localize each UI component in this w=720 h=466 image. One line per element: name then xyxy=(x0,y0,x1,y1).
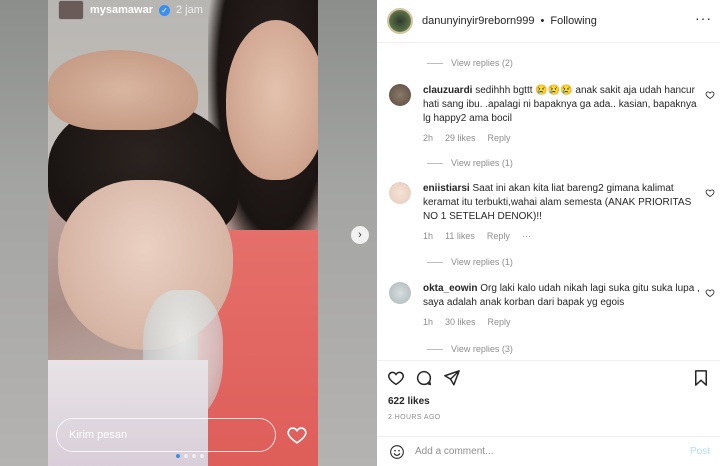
action-icons-row xyxy=(377,361,720,395)
header-separator: • xyxy=(540,15,545,27)
carousel-dot xyxy=(184,454,188,458)
comment-likes[interactable]: 29 likes xyxy=(445,133,476,143)
comment-item: clauzuardi sedihhh bgttt 😢😢😢 anak sakit … xyxy=(389,84,719,143)
post-panel: danunyinyir9reborn999 • Following ··· Vi… xyxy=(377,0,720,466)
comment-avatar[interactable] xyxy=(389,84,411,106)
view-replies-link[interactable]: View replies (1) xyxy=(427,257,513,267)
carousel-dot xyxy=(192,454,196,458)
story-woman-face xyxy=(226,20,318,180)
comment-reply-button[interactable]: Reply xyxy=(488,133,511,143)
heart-icon[interactable] xyxy=(387,369,405,387)
post-actions xyxy=(377,360,720,395)
story-avatar[interactable] xyxy=(58,0,84,20)
comments-list[interactable]: View replies (2) clauzuardi sedihhh bgtt… xyxy=(377,44,720,360)
comment-input[interactable]: Add a comment... xyxy=(415,446,493,457)
comment-time: 1h xyxy=(423,317,434,327)
post-author-avatar[interactable] xyxy=(387,8,413,34)
reply-line xyxy=(427,261,443,263)
comment-reply-button[interactable]: Reply xyxy=(487,231,510,241)
comment-avatar[interactable] xyxy=(389,182,411,204)
comment-username[interactable]: okta_eowin xyxy=(423,283,477,294)
view-replies-label: View replies (2) xyxy=(451,58,513,68)
comment-username[interactable]: eniistiarsi xyxy=(423,183,470,194)
comment-icon[interactable] xyxy=(415,369,433,387)
add-comment-bar: Add a comment... Post xyxy=(377,436,720,466)
view-replies-label: View replies (3) xyxy=(451,344,513,354)
next-arrow-button[interactable]: › xyxy=(351,226,369,244)
more-options-icon[interactable]: ··· xyxy=(695,10,712,26)
reply-line xyxy=(427,62,443,64)
comment-reply-button[interactable]: Reply xyxy=(488,317,511,327)
smile-icon[interactable] xyxy=(389,444,405,460)
story-image[interactable] xyxy=(48,0,318,466)
heart-icon[interactable] xyxy=(286,424,308,446)
comment-text-block: clauzuardi sedihhh bgttt 😢😢😢 anak sakit … xyxy=(423,84,703,126)
story-media: mysamawar ✓ 2 jam › Kirim pesan xyxy=(0,0,377,466)
like-count[interactable]: 622 likes xyxy=(388,396,430,407)
heart-icon[interactable] xyxy=(705,288,715,298)
post-button[interactable]: Post xyxy=(690,446,710,457)
comment-meta: 1h 11 likes Reply ··· xyxy=(423,231,719,241)
heart-icon[interactable] xyxy=(705,188,715,198)
reply-line xyxy=(427,162,443,164)
post-author-username[interactable]: danunyinyir9reborn999 xyxy=(422,15,535,27)
comment-time: 1h xyxy=(423,231,434,241)
comment-text-block: okta_eowin Org laki kalo udah nikah lagi… xyxy=(423,282,703,310)
carousel-dots xyxy=(176,454,204,458)
verified-icon: ✓ xyxy=(159,4,170,16)
heart-icon[interactable] xyxy=(705,90,715,100)
carousel-dot xyxy=(200,454,204,458)
comment-more-icon[interactable]: ··· xyxy=(522,231,531,241)
story-reply-input[interactable]: Kirim pesan xyxy=(56,418,276,452)
reply-line xyxy=(427,348,443,350)
view-replies-link[interactable]: View replies (2) xyxy=(427,58,513,68)
story-header: mysamawar ✓ 2 jam xyxy=(52,0,203,20)
comment-meta: 1h 30 likes Reply xyxy=(423,317,719,327)
comment-likes[interactable]: 11 likes xyxy=(445,231,475,241)
view-replies-link[interactable]: View replies (3) xyxy=(427,344,513,354)
comment-time: 2h xyxy=(423,133,434,143)
view-replies-link[interactable]: View replies (1) xyxy=(427,158,513,168)
comment-item: okta_eowin Org laki kalo udah nikah lagi… xyxy=(389,282,719,327)
story-username[interactable]: mysamawar xyxy=(90,4,153,16)
story-time: 2 jam xyxy=(176,4,203,16)
carousel-dot-active xyxy=(176,454,180,458)
comment-likes[interactable]: 30 likes xyxy=(445,317,476,327)
comment-username[interactable]: clauzuardi xyxy=(423,85,472,96)
view-replies-label: View replies (1) xyxy=(451,158,513,168)
following-button[interactable]: Following xyxy=(550,15,596,27)
comment-item: eniistiarsi Saat ini akan kita liat bare… xyxy=(389,182,719,241)
comment-avatar[interactable] xyxy=(389,282,411,304)
view-replies-label: View replies (1) xyxy=(451,257,513,267)
bookmark-icon[interactable] xyxy=(692,369,710,387)
story-reply-placeholder: Kirim pesan xyxy=(69,429,128,441)
share-icon[interactable] xyxy=(443,369,461,387)
post-timestamp: 2 HOURS AGO xyxy=(388,414,441,421)
comment-text-block: eniistiarsi Saat ini akan kita liat bare… xyxy=(423,182,703,224)
comment-meta: 2h 29 likes Reply xyxy=(423,133,719,143)
post-header: danunyinyir9reborn999 • Following ··· xyxy=(377,0,720,43)
